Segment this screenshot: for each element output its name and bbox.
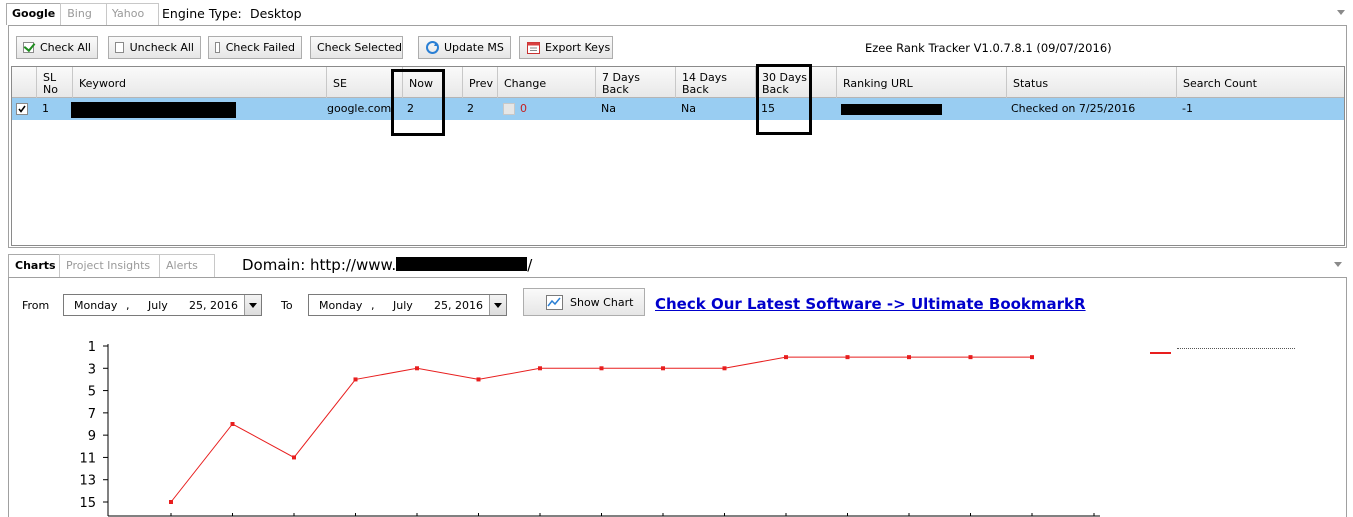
header-7-days-label: 7 Days Back bbox=[602, 71, 640, 96]
to-label: To bbox=[281, 299, 293, 312]
header-sl-no-label: SL No bbox=[43, 71, 58, 96]
cell-change: 0 bbox=[498, 98, 527, 120]
cell-change-value: 0 bbox=[520, 102, 527, 115]
domain-label: Domain: http://www. / bbox=[242, 256, 532, 274]
row-checkbox[interactable] bbox=[16, 103, 28, 115]
header-prev-label: Prev bbox=[469, 77, 493, 90]
cell-sl-no: 1 bbox=[42, 102, 49, 115]
app-window: Google Bing Yahoo Engine Type: Desktop C… bbox=[0, 0, 1353, 517]
row-select-cell bbox=[14, 98, 34, 120]
keywords-panel: Check All Uncheck All Check Failed Check… bbox=[8, 25, 1347, 248]
refresh-icon bbox=[425, 40, 440, 55]
panel-dropdown-icon[interactable] bbox=[1337, 10, 1345, 15]
to-day-year: 25, 2016 bbox=[434, 299, 483, 312]
domain-prefix: Domain: http://www. bbox=[242, 256, 397, 274]
checkbox-empty-icon bbox=[115, 42, 124, 53]
promo-link[interactable]: Check Our Latest Software -> Ultimate Bo… bbox=[655, 295, 1086, 313]
header-7-days-back[interactable]: 7 Days Back bbox=[596, 67, 676, 98]
header-keyword-label: Keyword bbox=[79, 77, 126, 90]
update-ms-button[interactable]: Update MS bbox=[418, 36, 511, 59]
export-keys-button[interactable]: Export Keys bbox=[519, 36, 613, 59]
check-selected-button[interactable]: Check Selected bbox=[310, 36, 403, 59]
header-ranking-url[interactable]: Ranking URL bbox=[837, 67, 1007, 98]
redacted-domain bbox=[396, 257, 528, 271]
cell-se: google.com bbox=[327, 102, 392, 115]
header-search-count-label: Search Count bbox=[1183, 77, 1257, 90]
tab-alerts[interactable]: Alerts bbox=[159, 254, 215, 277]
tab-yahoo[interactable]: Yahoo bbox=[105, 3, 160, 25]
grid-header: SL No Keyword SE Now Prev Change 7 Days … bbox=[12, 67, 1344, 98]
keywords-grid: SL No Keyword SE Now Prev Change 7 Days … bbox=[11, 64, 1345, 246]
header-change-label: Change bbox=[504, 77, 547, 90]
header-14-days-label: 14 Days Back bbox=[682, 71, 727, 96]
engine-tabs: Google Bing Yahoo bbox=[6, 3, 160, 25]
tab-project-insights[interactable]: Project Insights bbox=[59, 254, 162, 277]
header-prev[interactable]: Prev bbox=[463, 67, 498, 98]
check-all-button[interactable]: Check All bbox=[16, 36, 98, 59]
show-chart-label: Show Chart bbox=[570, 295, 634, 309]
to-date-dropdown-icon[interactable] bbox=[489, 295, 506, 315]
header-ranking-url-label: Ranking URL bbox=[843, 77, 913, 90]
header-status-label: Status bbox=[1013, 77, 1049, 90]
engine-type-label: Engine Type: bbox=[162, 6, 242, 21]
export-keys-label: Export Keys bbox=[545, 41, 611, 54]
check-failed-button[interactable]: Check Failed bbox=[208, 36, 302, 59]
header-14-days-back[interactable]: 14 Days Back bbox=[676, 67, 756, 98]
header-search-count[interactable]: Search Count bbox=[1177, 67, 1345, 98]
now-highlight-box bbox=[391, 69, 445, 136]
cell-search-count: -1 bbox=[1182, 102, 1193, 115]
cell-status: Checked on 7/25/2016 bbox=[1011, 102, 1136, 115]
bottom-panel-dropdown-icon[interactable] bbox=[1334, 262, 1342, 267]
check-selected-label: Check Selected bbox=[317, 41, 403, 54]
checkbox-checked-icon bbox=[23, 42, 34, 53]
engine-type-value: Desktop bbox=[250, 6, 302, 21]
cell-14-days-back: Na bbox=[681, 102, 696, 115]
cell-7-days-back: Na bbox=[601, 102, 616, 115]
to-weekday: Monday bbox=[319, 299, 363, 312]
header-status[interactable]: Status bbox=[1007, 67, 1177, 98]
tab-charts[interactable]: Charts bbox=[8, 254, 63, 277]
from-date-dropdown-icon[interactable] bbox=[244, 295, 261, 315]
table-row[interactable]: 1 google.com 2 2 0 Na Na 15 Checked on 7… bbox=[12, 98, 1344, 120]
chart-icon bbox=[546, 294, 563, 310]
legend-line-icon bbox=[1150, 352, 1171, 354]
show-chart-button[interactable]: Show Chart bbox=[523, 288, 645, 316]
check-failed-label: Check Failed bbox=[225, 41, 295, 54]
checkmark-icon bbox=[18, 105, 26, 113]
uncheck-all-label: Uncheck All bbox=[129, 41, 194, 54]
calendar-export-icon bbox=[526, 40, 541, 55]
header-change[interactable]: Change bbox=[498, 67, 596, 98]
to-sep: , bbox=[371, 299, 375, 312]
from-month: July bbox=[148, 299, 168, 312]
header-select bbox=[12, 67, 37, 98]
cell-prev: 2 bbox=[467, 102, 474, 115]
from-day-year: 25, 2016 bbox=[189, 299, 238, 312]
header-sl-no[interactable]: SL No bbox=[37, 67, 73, 98]
from-sep: , bbox=[126, 299, 130, 312]
chart-legend bbox=[1149, 340, 1299, 360]
check-all-label: Check All bbox=[40, 41, 91, 54]
app-title: Ezee Rank Tracker V1.0.7.8.1 (09/07/2016… bbox=[865, 41, 1112, 55]
redacted-keyword bbox=[71, 102, 236, 118]
redacted-ranking-url bbox=[841, 104, 942, 115]
30-days-highlight-box bbox=[756, 64, 812, 135]
legend-label-redacted bbox=[1177, 346, 1295, 349]
from-date-picker[interactable]: Monday , July 25, 2016 bbox=[63, 294, 262, 316]
header-se-label: SE bbox=[333, 77, 347, 90]
from-weekday: Monday bbox=[74, 299, 118, 312]
uncheck-all-button[interactable]: Uncheck All bbox=[108, 36, 201, 59]
tab-bing[interactable]: Bing bbox=[60, 3, 107, 25]
to-date-picker[interactable]: Monday , July 25, 2016 bbox=[308, 294, 507, 316]
from-label: From bbox=[22, 299, 50, 312]
change-indicator-icon bbox=[503, 103, 515, 115]
tab-google[interactable]: Google bbox=[6, 3, 62, 25]
to-month: July bbox=[393, 299, 413, 312]
domain-suffix: / bbox=[527, 256, 533, 274]
update-ms-label: Update MS bbox=[444, 41, 504, 54]
header-keyword[interactable]: Keyword bbox=[73, 67, 327, 98]
checkbox-empty-icon bbox=[215, 42, 220, 53]
